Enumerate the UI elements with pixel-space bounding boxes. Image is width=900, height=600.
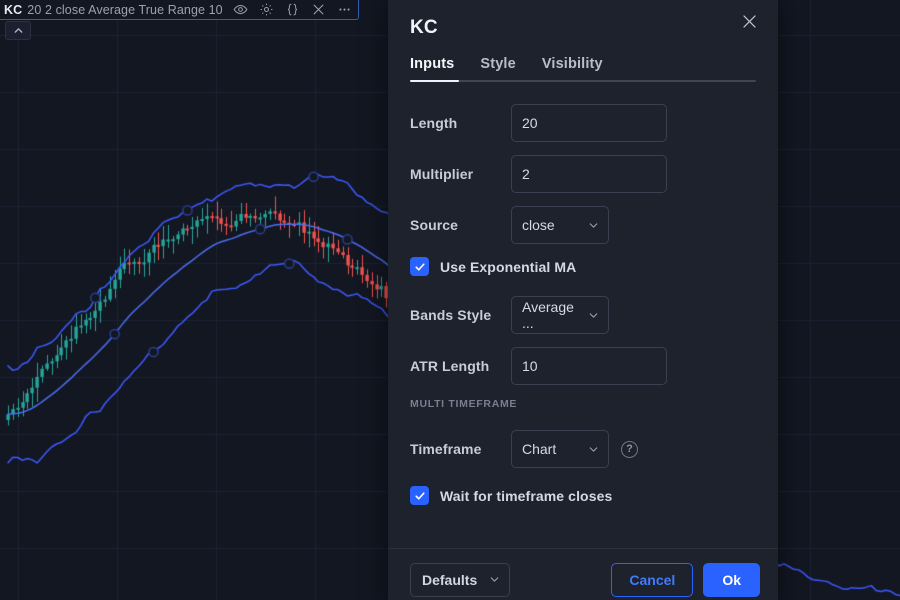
active-tab-indicator <box>410 80 459 82</box>
gear-icon[interactable] <box>259 2 274 17</box>
wait-for-timeframe-closes-label: Wait for timeframe closes <box>440 487 613 504</box>
multiplier-label: Multiplier <box>410 166 474 182</box>
tab-visibility[interactable]: Visibility <box>542 56 603 82</box>
dialog-title: KC <box>410 17 438 38</box>
tab-divider <box>410 80 756 82</box>
dialog-footer: Defaults Cancel Ok <box>388 548 778 600</box>
multiplier-input[interactable]: 2 <box>511 155 667 193</box>
indicator-settings-dialog: KC Inputs Style Visibility Length 20 Mul… <box>388 0 778 600</box>
wait-for-timeframe-closes-checkbox[interactable] <box>410 486 429 505</box>
bands-style-select[interactable]: Average ... <box>511 296 609 334</box>
close-icon[interactable] <box>311 2 326 17</box>
chevron-up-icon[interactable] <box>5 21 31 40</box>
legend-icon-group <box>233 2 352 17</box>
timeframe-label: Timeframe <box>410 441 482 457</box>
source-select-value: close <box>522 217 555 233</box>
timeframe-select-value: Chart <box>522 441 557 457</box>
wait-for-timeframe-closes-row[interactable]: Wait for timeframe closes <box>410 486 756 505</box>
atr-length-label: ATR Length <box>410 358 490 374</box>
multi-timeframe-section-label: MULTI TIMEFRAME <box>410 398 518 410</box>
chevron-down-icon <box>587 443 600 456</box>
row-timeframe: Timeframe Chart ? <box>410 430 756 468</box>
length-input[interactable]: 20 <box>511 104 667 142</box>
use-exponential-ma-label: Use Exponential MA <box>440 258 577 275</box>
more-icon[interactable] <box>337 2 352 17</box>
cancel-button[interactable]: Cancel <box>611 562 694 597</box>
defaults-button-label: Defaults <box>422 571 478 588</box>
row-bands-style: Bands Style Average ... <box>410 296 756 334</box>
help-icon[interactable]: ? <box>621 440 638 458</box>
dialog-tabs: Inputs Style Visibility <box>388 56 778 82</box>
tab-inputs[interactable]: Inputs <box>410 56 454 82</box>
dialog-body-inputs: Length 20 Multiplier 2 Source close Use … <box>388 82 778 548</box>
chevron-down-icon <box>587 309 600 322</box>
chevron-down-icon <box>587 219 600 232</box>
dialog-header: KC <box>388 0 778 56</box>
close-icon[interactable] <box>736 8 762 34</box>
tab-style[interactable]: Style <box>480 56 515 82</box>
eye-icon[interactable] <box>233 2 248 17</box>
bands-style-select-value: Average ... <box>522 299 574 331</box>
source-code-icon[interactable] <box>285 2 300 17</box>
row-source: Source close <box>410 206 756 244</box>
use-exponential-ma-checkbox-row[interactable]: Use Exponential MA <box>410 257 756 276</box>
chevron-down-icon <box>488 573 501 586</box>
ok-button[interactable]: Ok <box>703 562 760 597</box>
row-multiplier: Multiplier 2 <box>410 155 756 193</box>
use-exponential-ma-checkbox[interactable] <box>410 257 429 276</box>
source-select[interactable]: close <box>511 206 609 244</box>
bands-style-label: Bands Style <box>410 307 492 323</box>
row-atr-length: ATR Length 10 <box>410 347 756 385</box>
chart-legend[interactable]: KC 20 2 close Average True Range 10 <box>0 0 359 20</box>
timeframe-select[interactable]: Chart <box>511 430 609 468</box>
legend-indicator-title: KC <box>4 2 23 17</box>
atr-length-input[interactable]: 10 <box>511 347 667 385</box>
defaults-button[interactable]: Defaults <box>410 562 510 597</box>
length-label: Length <box>410 115 458 131</box>
legend-indicator-args: 20 2 close Average True Range 10 <box>27 2 223 17</box>
row-length: Length 20 <box>410 104 756 142</box>
tradingview-chart-app: KC 20 2 close Average True Range 10 KC I… <box>0 0 900 600</box>
source-label: Source <box>410 217 459 233</box>
